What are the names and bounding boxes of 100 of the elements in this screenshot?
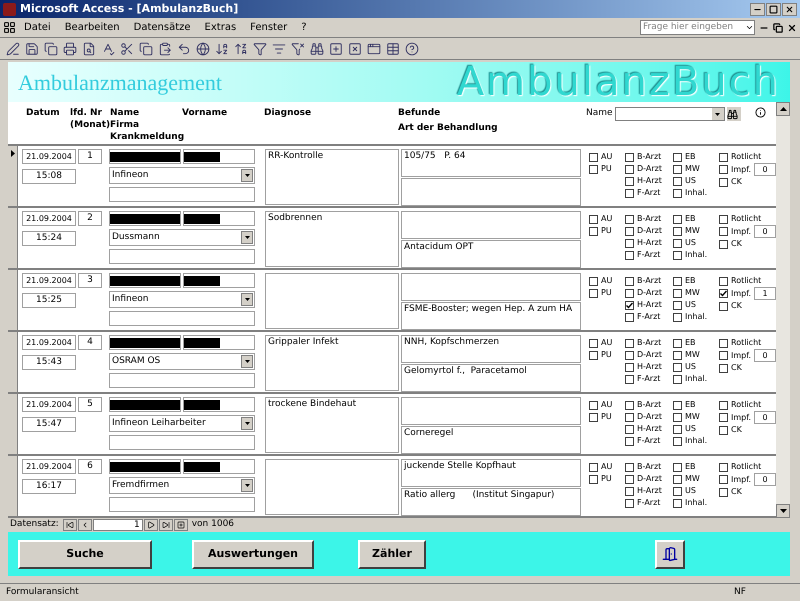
checkbox[interactable] [673, 474, 682, 484]
company-dropdown[interactable]: Infineon [109, 167, 255, 184]
findings-field[interactable]: 105/75 P. 64 [401, 149, 581, 177]
checkbox[interactable] [625, 424, 634, 434]
form-button[interactable]: Zähler [358, 540, 426, 568]
checkbox[interactable] [673, 350, 682, 360]
first-name-field[interactable] [183, 211, 255, 226]
minimize-icon[interactable] [750, 2, 765, 16]
checkbox[interactable] [719, 240, 728, 248]
findings-field[interactable] [401, 397, 581, 425]
checkbox[interactable] [719, 289, 728, 298]
first-name-field[interactable] [183, 335, 255, 350]
company-dropdown[interactable]: Fremdfirmen [109, 477, 255, 494]
new-record-icon[interactable] [174, 519, 188, 531]
date-field[interactable]: 21.09.2004 [22, 459, 76, 474]
checkbox[interactable] [625, 474, 634, 484]
copy-icon[interactable] [139, 42, 153, 56]
remove-filter-icon[interactable] [291, 42, 305, 56]
checkbox[interactable] [719, 351, 728, 360]
sick-note-field[interactable] [109, 311, 255, 326]
date-field[interactable]: 21.09.2004 [22, 211, 76, 226]
vaccination-count-field[interactable]: 0 [754, 225, 776, 238]
find-icon[interactable] [726, 107, 741, 121]
name-field[interactable] [109, 335, 181, 350]
checkbox[interactable] [589, 152, 598, 162]
checkbox[interactable] [673, 462, 682, 472]
checkbox[interactable] [673, 338, 682, 348]
checkbox[interactable] [589, 276, 598, 286]
exit-button[interactable] [655, 540, 685, 568]
sort-ascending-icon[interactable] [215, 42, 229, 56]
filter-form-icon[interactable] [272, 42, 286, 56]
vaccination-count-field[interactable]: 0 [754, 411, 776, 424]
checkbox[interactable] [589, 412, 598, 422]
vertical-scrollbar[interactable] [776, 102, 790, 518]
treatment-field[interactable]: Gelomyrtol f., Paracetamol [401, 364, 581, 392]
time-field[interactable]: 16:17 [22, 479, 76, 494]
sick-note-field[interactable] [109, 187, 255, 202]
checkbox[interactable] [673, 374, 682, 384]
checkbox[interactable] [625, 176, 634, 186]
checkbox[interactable] [673, 400, 682, 410]
first-name-field[interactable] [183, 397, 255, 412]
checkbox[interactable] [589, 226, 598, 236]
checkbox[interactable] [719, 214, 728, 224]
checkbox[interactable] [719, 165, 728, 174]
close-icon[interactable] [782, 2, 797, 16]
first-name-field[interactable] [183, 149, 255, 164]
checkbox[interactable] [625, 498, 634, 508]
treatment-field[interactable] [401, 178, 581, 206]
checkbox[interactable] [625, 188, 634, 198]
checkbox[interactable] [625, 412, 634, 422]
checkbox[interactable] [625, 288, 634, 298]
checkbox[interactable] [589, 462, 598, 472]
time-field[interactable]: 15:08 [22, 169, 76, 184]
checkbox[interactable] [625, 312, 634, 322]
print-icon[interactable] [63, 42, 77, 56]
checkbox[interactable] [625, 214, 634, 224]
info-icon[interactable] [754, 107, 766, 118]
checkbox[interactable] [719, 276, 728, 286]
checkbox[interactable] [719, 400, 728, 410]
checkbox[interactable] [625, 300, 634, 310]
checkbox[interactable] [673, 176, 682, 186]
checkbox[interactable] [673, 188, 682, 198]
checkbox[interactable] [673, 412, 682, 422]
menu-item[interactable]: Datensätze [134, 20, 191, 35]
name-field[interactable] [109, 397, 181, 412]
menu-item[interactable]: ? [301, 20, 307, 35]
treatment-field[interactable]: Corneregel [401, 426, 581, 454]
checkbox[interactable] [673, 312, 682, 322]
new-object-icon[interactable] [386, 42, 400, 56]
checkbox[interactable] [673, 424, 682, 434]
checkbox[interactable] [719, 413, 728, 422]
checkbox[interactable] [625, 276, 634, 286]
checkbox[interactable] [719, 338, 728, 348]
next-record-icon[interactable] [144, 519, 158, 531]
form-button[interactable]: Suche [18, 540, 152, 568]
diagnosis-field[interactable]: Grippaler Infekt [265, 335, 399, 391]
checkbox[interactable] [673, 436, 682, 446]
globe-icon[interactable] [196, 42, 210, 56]
findings-field[interactable] [401, 211, 581, 239]
checkbox[interactable] [625, 400, 634, 410]
first-name-field[interactable] [183, 459, 255, 474]
checkbox[interactable] [625, 226, 634, 236]
checkbox[interactable] [625, 338, 634, 348]
time-field[interactable]: 15:43 [22, 355, 76, 370]
first-name-field[interactable] [183, 273, 255, 288]
checkbox[interactable] [673, 226, 682, 236]
checkbox[interactable] [589, 474, 598, 484]
checkbox[interactable] [673, 300, 682, 310]
treatment-field[interactable]: Ratio allerg (Institut Singapur) [401, 488, 581, 516]
time-field[interactable]: 15:25 [22, 293, 76, 308]
form-button[interactable]: Auswertungen [192, 540, 314, 568]
time-field[interactable]: 15:24 [22, 231, 76, 246]
company-dropdown[interactable]: OSRAM OS [109, 353, 255, 370]
findings-field[interactable]: NNH, Kopfschmerzen [401, 335, 581, 363]
checkbox[interactable] [673, 250, 682, 260]
treatment-field[interactable]: Antacidum OPT [401, 240, 581, 268]
checkbox[interactable] [673, 498, 682, 508]
sick-note-field[interactable] [109, 435, 255, 450]
database-window-icon[interactable] [367, 42, 381, 56]
checkbox[interactable] [719, 475, 728, 484]
